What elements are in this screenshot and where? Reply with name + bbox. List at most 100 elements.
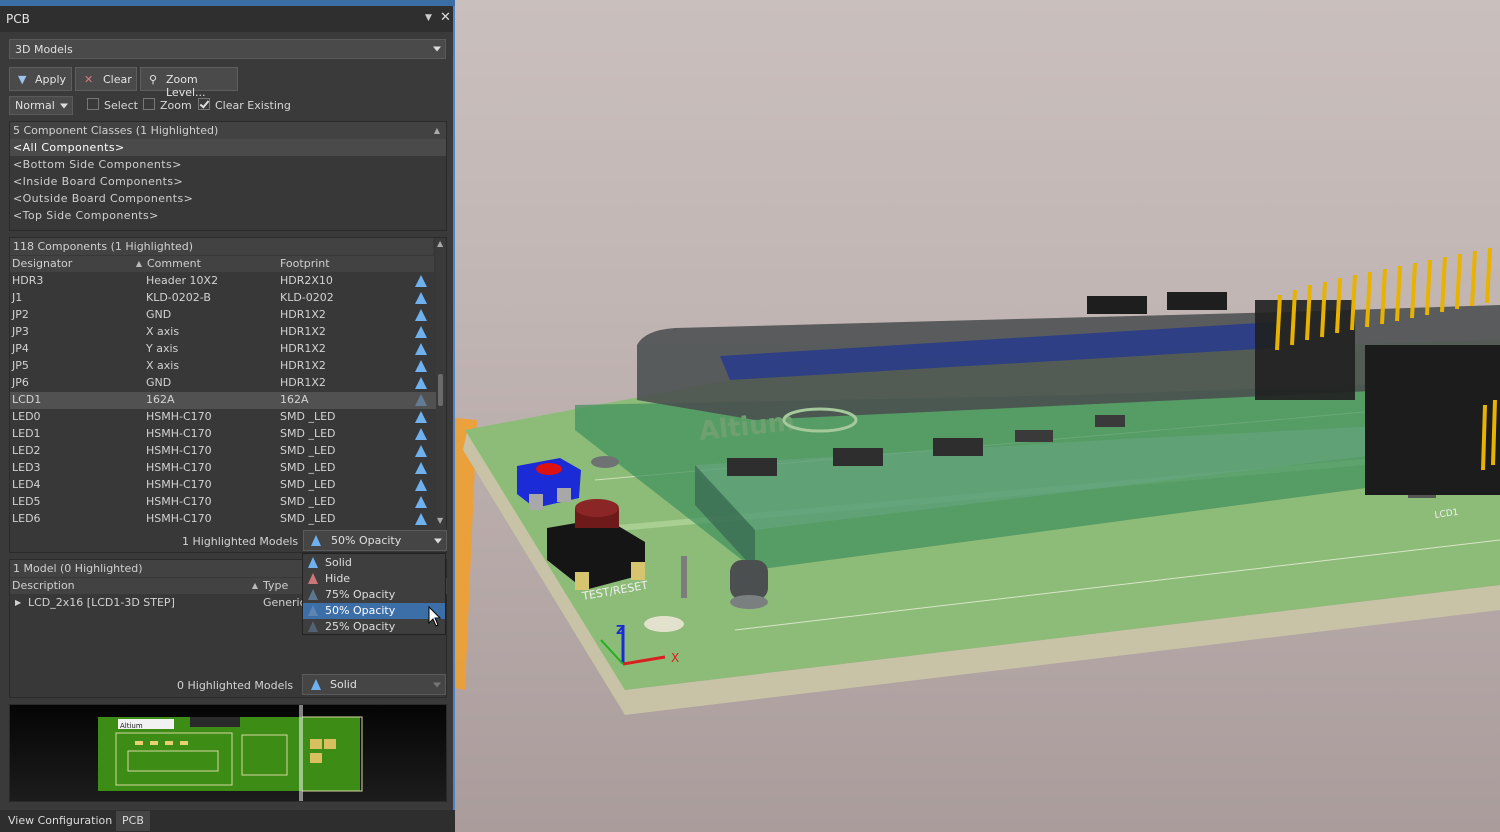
visibility-cone-icon[interactable] xyxy=(415,513,427,525)
pcb-3d-scene: TEST/RESET LCD1 Altium Z X xyxy=(455,247,1500,715)
clear-button[interactable]: ✕ Clear xyxy=(75,67,137,91)
cell-designator: LED3 xyxy=(12,461,41,474)
scrollbar-thumb[interactable] xyxy=(438,374,443,406)
table-row[interactable]: LED4 HSMH-C170 SMD _LED xyxy=(10,477,440,494)
cell-designator: LED6 xyxy=(12,512,41,525)
class-item[interactable]: <Inside Board Components> xyxy=(10,173,183,190)
scroll-up-icon[interactable]: ▲ xyxy=(437,239,443,248)
table-row[interactable]: LCD1 162A 162A xyxy=(10,392,440,409)
class-item[interactable]: <All Components> xyxy=(10,139,446,156)
cone-icon xyxy=(308,557,318,568)
table-row[interactable]: J1 KLD-0202-B KLD-0202 xyxy=(10,290,440,307)
opacity-option-solid[interactable]: Solid xyxy=(303,555,445,571)
board-miniature: Altium xyxy=(98,705,363,801)
table-row[interactable]: JP2 GND HDR1X2 xyxy=(10,307,440,324)
table-row[interactable]: LED0 HSMH-C170 SMD _LED xyxy=(10,409,440,426)
visibility-cone-icon[interactable] xyxy=(415,445,427,457)
table-row[interactable]: JP6 GND HDR1X2 xyxy=(10,375,440,392)
cell-footprint: SMD _LED xyxy=(280,512,336,525)
select-checkbox[interactable] xyxy=(87,98,99,110)
board-insight-preview[interactable]: Altium xyxy=(9,704,447,802)
components-scrollbar[interactable]: ▲ ▼ xyxy=(436,238,446,528)
close-icon[interactable]: ✕ xyxy=(440,10,451,25)
cell-designator: LED2 xyxy=(12,444,41,457)
column-footprint[interactable]: Footprint xyxy=(278,256,410,272)
zoom-checkbox[interactable] xyxy=(143,98,155,110)
cell-comment: HSMH-C170 xyxy=(146,427,212,440)
cell-footprint: SMD _LED xyxy=(280,444,336,457)
column-description[interactable]: Description ▲ xyxy=(10,578,262,594)
panel-menu-icon[interactable]: ▼ xyxy=(425,13,432,23)
clear-existing-checkbox-label: Clear Existing xyxy=(215,99,291,112)
zoom-level-button[interactable]: ⚲ Zoom Level... xyxy=(140,67,238,99)
tab-view-configuration[interactable]: View Configuration xyxy=(2,811,118,831)
cell-designator: HDR3 xyxy=(12,274,44,287)
visibility-cone-icon[interactable] xyxy=(415,411,427,423)
table-row[interactable]: LED2 HSMH-C170 SMD _LED xyxy=(10,443,440,460)
column-comment[interactable]: Comment xyxy=(145,256,279,272)
opacity-option-hide[interactable]: Hide xyxy=(303,571,445,587)
cell-designator: LED4 xyxy=(12,478,41,491)
scroll-down-icon[interactable]: ▼ xyxy=(437,516,443,525)
opacity-option-label: Solid xyxy=(325,556,352,569)
table-row[interactable]: LED6 HSMH-C170 SMD _LED xyxy=(10,511,440,528)
cell-footprint: SMD _LED xyxy=(280,478,336,491)
collapse-icon[interactable]: ▲ xyxy=(434,122,440,139)
table-row[interactable]: LED1 HSMH-C170 SMD _LED xyxy=(10,426,440,443)
visibility-cone-icon[interactable] xyxy=(415,377,427,389)
board-logo-text: Altium xyxy=(120,722,143,730)
column-designator-label: Designator xyxy=(12,257,73,270)
visibility-cone-icon[interactable] xyxy=(415,428,427,440)
table-row[interactable]: JP3 X axis HDR1X2 xyxy=(10,324,440,341)
cell-designator: JP6 xyxy=(12,376,29,389)
components-header: 118 Components (1 Highlighted) xyxy=(10,238,433,255)
column-visibility[interactable] xyxy=(410,256,434,272)
cell-comment: HSMH-C170 xyxy=(146,410,212,423)
column-designator[interactable]: Designator ▲ xyxy=(10,256,146,272)
table-row[interactable]: JP5 X axis HDR1X2 xyxy=(10,358,440,375)
zoom-level-button-label: Zoom Level... xyxy=(166,73,206,99)
visibility-cone-icon[interactable] xyxy=(415,292,427,304)
class-item[interactable]: <Top Side Components> xyxy=(10,207,159,224)
table-row[interactable]: HDR3 Header 10X2 HDR2X10 xyxy=(10,273,440,290)
cell-designator: JP3 xyxy=(12,325,29,338)
cone-icon xyxy=(311,679,321,690)
sort-ascending-icon: ▲ xyxy=(135,259,142,268)
component-opacity-value: 50% Opacity xyxy=(331,534,402,547)
visibility-cone-icon[interactable] xyxy=(415,309,427,321)
opacity-option-75[interactable]: 75% Opacity xyxy=(303,587,445,603)
visibility-cone-icon[interactable] xyxy=(415,479,427,491)
table-row[interactable]: LED5 HSMH-C170 SMD _LED xyxy=(10,494,440,511)
opacity-option-25[interactable]: 25% Opacity xyxy=(303,619,445,635)
components-header-text: 118 Components (1 Highlighted) xyxy=(13,240,194,253)
3d-viewport[interactable]: TEST/RESET LCD1 Altium Z X xyxy=(455,0,1500,832)
visibility-cone-icon[interactable] xyxy=(415,343,427,355)
component-opacity-select[interactable]: 50% Opacity xyxy=(303,530,447,551)
cell-footprint: HDR2X10 xyxy=(280,274,333,287)
table-row[interactable]: LED3 HSMH-C170 SMD _LED xyxy=(10,460,440,477)
visibility-cone-icon[interactable] xyxy=(415,496,427,508)
apply-button[interactable]: ▼ Apply xyxy=(9,67,72,91)
class-item-label: <Outside Board Components> xyxy=(13,192,194,205)
cell-comment: HSMH-C170 xyxy=(146,512,212,525)
class-item[interactable]: <Outside Board Components> xyxy=(10,190,193,207)
visibility-cone-icon[interactable] xyxy=(415,394,427,406)
cell-comment: GND xyxy=(146,308,172,321)
visibility-cone-icon[interactable] xyxy=(415,275,427,287)
mode-select[interactable]: 3D Models xyxy=(9,39,446,59)
panel-titlebar: PCB ▼ ✕ xyxy=(0,6,453,32)
visibility-cone-icon[interactable] xyxy=(415,462,427,474)
visibility-cone-icon[interactable] xyxy=(415,326,427,338)
highlighted-models-label: 1 Highlighted Models xyxy=(182,535,299,548)
table-row[interactable]: JP4 Y axis HDR1X2 xyxy=(10,341,440,358)
class-item[interactable]: <Bottom Side Components> xyxy=(10,156,182,173)
tab-pcb[interactable]: PCB xyxy=(116,811,150,831)
components-table: 118 Components (1 Highlighted) Designato… xyxy=(9,237,447,553)
visibility-cone-icon[interactable] xyxy=(415,360,427,372)
expand-icon[interactable]: ▶ xyxy=(15,598,21,607)
cell-footprint: KLD-0202 xyxy=(280,291,334,304)
opacity-option-50[interactable]: 50% Opacity xyxy=(303,603,445,619)
filter-mode-select[interactable]: Normal xyxy=(9,96,73,115)
model-opacity-select[interactable]: Solid xyxy=(302,674,446,695)
clear-existing-checkbox[interactable] xyxy=(198,98,210,110)
